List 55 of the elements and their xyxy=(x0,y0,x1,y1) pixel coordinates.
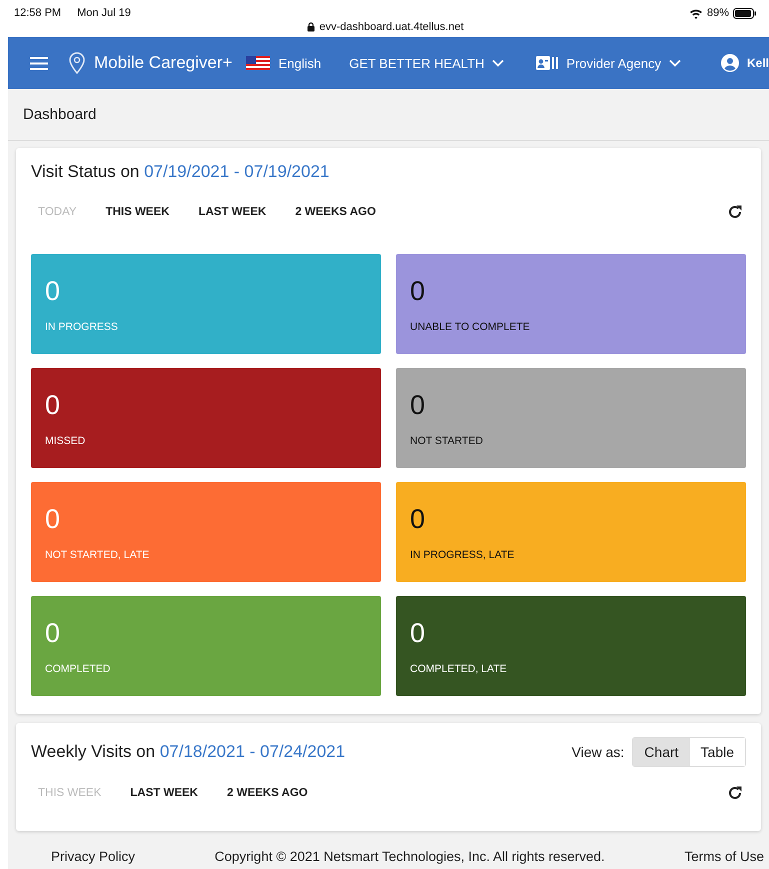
chevron-down-icon xyxy=(492,59,504,67)
privacy-link[interactable]: Privacy Policy xyxy=(51,848,136,864)
nav-dropdown[interactable]: GET BETTER HEALTH xyxy=(349,56,504,70)
tile-label: MISSED xyxy=(45,435,86,447)
period-tab[interactable]: 2 WEEKS AGO xyxy=(288,200,398,224)
tile-label: NOT STARTED, LATE xyxy=(45,549,150,561)
card-title: Visit Status on 07/19/2021 - 07/19/2021 xyxy=(31,162,330,182)
view-toggle[interactable]: Chart xyxy=(633,738,690,766)
terms-link[interactable]: Terms of Use xyxy=(684,848,764,864)
status-time: 12:58 PM xyxy=(14,7,62,19)
battery-icon xyxy=(733,8,757,18)
status-tile[interactable]: 0 MISSED xyxy=(31,368,381,468)
battery-percent: 89% xyxy=(706,7,729,19)
copyright-text: Copyright © 2021 Netsmart Technologies, Inc. All rights reserved. xyxy=(214,848,605,864)
tile-count: 0 xyxy=(410,618,426,649)
tile-count: 0 xyxy=(45,504,62,535)
tile-count: 0 xyxy=(45,390,62,421)
status-tile[interactable]: 0 COMPLETED, LATE xyxy=(396,596,746,696)
tile-label: COMPLETED, LATE xyxy=(410,663,508,675)
status-tile[interactable]: 0 IN PROGRESS, LATE xyxy=(396,482,746,582)
period-tab[interactable]: LAST WEEK xyxy=(123,781,220,805)
status-date: Mon Jul 19 xyxy=(77,7,131,19)
nav-dropdown[interactable]: Provider Agency xyxy=(566,56,682,70)
view-as-label: View as: xyxy=(572,744,624,760)
language-selector[interactable]: English xyxy=(278,56,322,70)
flag-icon xyxy=(246,56,270,70)
user-name[interactable]: Kell xyxy=(746,56,769,70)
menu-icon[interactable] xyxy=(30,56,48,70)
id-card-icon xyxy=(536,56,558,70)
lock-icon xyxy=(307,22,316,32)
location-pin-icon xyxy=(68,51,86,75)
period-tab[interactable]: THIS WEEK xyxy=(98,200,192,224)
refresh-icon[interactable] xyxy=(727,785,743,801)
refresh-icon[interactable] xyxy=(727,204,743,220)
tile-label: NOT STARTED xyxy=(410,435,484,447)
period-tab[interactable]: LAST WEEK xyxy=(191,200,288,224)
tile-label: IN PROGRESS xyxy=(45,321,119,333)
chevron-down-icon xyxy=(669,59,682,67)
card-title: Weekly Visits on 07/18/2021 - 07/24/2021 xyxy=(31,742,346,762)
tile-count: 0 xyxy=(410,276,426,307)
app-title[interactable]: Mobile Caregiver+ xyxy=(94,53,232,73)
period-tab[interactable]: 2 WEEKS AGO xyxy=(220,781,330,805)
user-icon xyxy=(720,54,739,72)
wifi-icon xyxy=(688,8,703,18)
tile-count: 0 xyxy=(410,504,426,535)
status-tile[interactable]: 0 UNABLE TO COMPLETE xyxy=(396,254,746,354)
status-tile[interactable]: 0 NOT STARTED xyxy=(396,368,746,468)
address-url[interactable]: evv-dashboard.uat.4tellus.net xyxy=(319,21,464,33)
breadcrumb: Dashboard xyxy=(23,106,96,123)
tile-label: IN PROGRESS, LATE xyxy=(410,549,516,561)
tile-count: 0 xyxy=(45,618,62,649)
tile-label: UNABLE TO COMPLETE xyxy=(410,321,531,333)
tile-count: 0 xyxy=(410,390,426,421)
tile-label: COMPLETED xyxy=(45,663,112,675)
tile-count: 0 xyxy=(45,276,62,307)
